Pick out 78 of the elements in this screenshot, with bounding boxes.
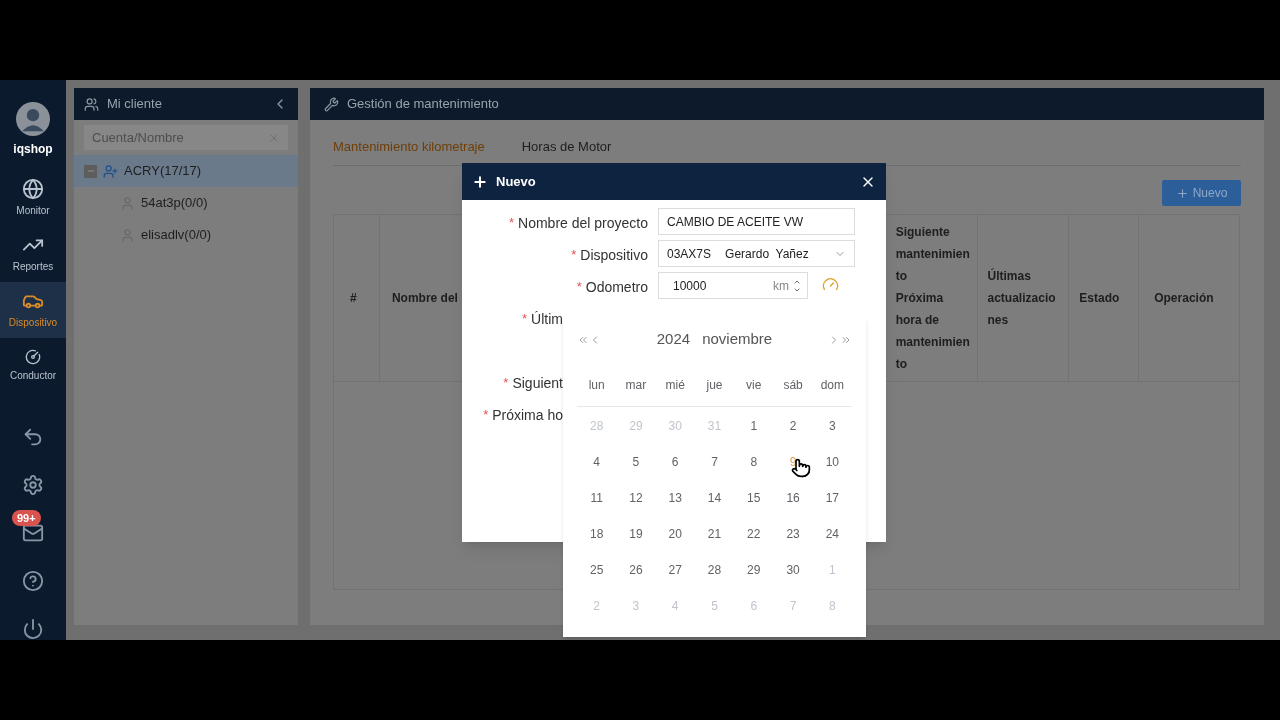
calendar-day[interactable]: 19 <box>629 525 643 543</box>
calendar-day[interactable]: 29 <box>747 561 761 579</box>
calendar-day[interactable]: 26 <box>629 561 643 579</box>
field-label: Dispositivo <box>580 245 648 265</box>
column-header: # <box>334 215 380 381</box>
nav-item[interactable]: Monitor <box>0 170 66 226</box>
calendar-day[interactable]: 30 <box>786 561 800 579</box>
calendar-day[interactable]: 15 <box>747 489 761 507</box>
dialog-title: Nuevo <box>496 172 537 191</box>
input-field[interactable]: CAMBIO DE ACEITE VW <box>658 208 855 235</box>
plus-icon <box>472 173 488 190</box>
field-label: Nombre del proyecto <box>518 213 648 233</box>
users-icon <box>84 96 99 112</box>
calendar-day[interactable]: 21 <box>707 525 722 543</box>
tree-item[interactable]: ACRY(17/17) <box>74 155 298 187</box>
calendar-day[interactable]: 25 <box>589 561 604 579</box>
tree-label: ACRY(17/17) <box>124 162 202 181</box>
tab[interactable]: Horas de Motor <box>521 136 612 156</box>
calendar-day[interactable]: 11 <box>590 489 603 507</box>
settings-icon[interactable] <box>22 474 44 496</box>
field-label: Últim <box>531 309 563 329</box>
mail-icon[interactable] <box>22 522 44 544</box>
collapse-toggle[interactable] <box>84 164 97 178</box>
column-header: Últimas actualizaciones <box>977 215 1070 381</box>
tree-label: 54at3p(0/0) <box>141 194 208 213</box>
calendar-day[interactable]: 17 <box>825 489 839 507</box>
search-input[interactable]: Cuenta/Nombre <box>92 127 268 148</box>
user-add-icon <box>103 163 118 179</box>
calendar-day[interactable]: 6 <box>671 453 679 471</box>
nav-item[interactable]: Conductor <box>0 338 66 394</box>
user-name: iqshop <box>13 141 53 158</box>
calendar-day[interactable]: 7 <box>711 453 718 471</box>
number-field[interactable]: 10000 km <box>658 272 808 299</box>
month-label[interactable]: noviembre <box>702 328 773 351</box>
power-icon[interactable] <box>22 618 44 640</box>
panel-title: Gestión de mantenimiento <box>347 95 499 114</box>
nav-item[interactable]: Reportes <box>0 226 66 282</box>
wrench-icon <box>324 96 339 112</box>
calendar-day[interactable]: 1 <box>750 417 758 435</box>
calendar-day[interactable]: 5 <box>632 453 640 471</box>
calendar-day[interactable]: 23 <box>786 525 800 543</box>
nav-item[interactable]: Dispositivo <box>0 282 66 338</box>
required-mark: * <box>522 310 528 329</box>
required-mark: * <box>571 246 577 265</box>
panel-title: Mi cliente <box>107 95 163 114</box>
calendar-day[interactable]: 13 <box>668 489 682 507</box>
back-icon[interactable] <box>22 426 44 448</box>
column-header: Estado <box>1069 215 1140 381</box>
calendar-day[interactable]: 4 <box>593 453 600 471</box>
column-header: Operación <box>1153 290 1215 307</box>
calendar-day[interactable]: 22 <box>747 525 761 543</box>
select-field[interactable]: 03AX7S Gerardo Yañez <box>658 240 855 267</box>
calendar-day[interactable]: 28 <box>707 561 722 579</box>
calendar-day[interactable]: 27 <box>668 561 682 579</box>
search-field[interactable]: Cuenta/Nombre <box>84 125 288 150</box>
calendar-day[interactable]: 12 <box>629 489 643 507</box>
required-mark: * <box>576 278 582 297</box>
steering-wheel-icon <box>25 349 41 365</box>
tree-label: elisadlv(0/0) <box>141 226 212 245</box>
required-mark: * <box>483 406 489 425</box>
calendar-day[interactable]: 20 <box>668 525 682 543</box>
year-label[interactable]: 2024 <box>656 328 691 351</box>
calendar-day[interactable]: 10 <box>825 453 839 471</box>
plus-icon <box>1175 186 1189 200</box>
required-mark: * <box>509 214 515 233</box>
calendar-day[interactable]: 24 <box>825 525 839 543</box>
notification-badge: 99+ <box>12 510 41 526</box>
calendar-day[interactable]: 14 <box>707 489 722 507</box>
help-icon[interactable] <box>22 570 44 592</box>
pointer-cursor-icon <box>791 458 812 478</box>
calendar-day[interactable]: 2 <box>789 417 797 435</box>
calendar-day[interactable]: 8 <box>750 453 758 471</box>
field-label: Odometro <box>585 277 648 297</box>
calendar-day[interactable]: 3 <box>829 417 836 435</box>
calendar-day[interactable]: 16 <box>786 489 800 507</box>
globe-icon <box>22 178 44 200</box>
field-label: Próxima ho <box>492 405 563 425</box>
calendar-day[interactable]: 18 <box>589 525 604 543</box>
